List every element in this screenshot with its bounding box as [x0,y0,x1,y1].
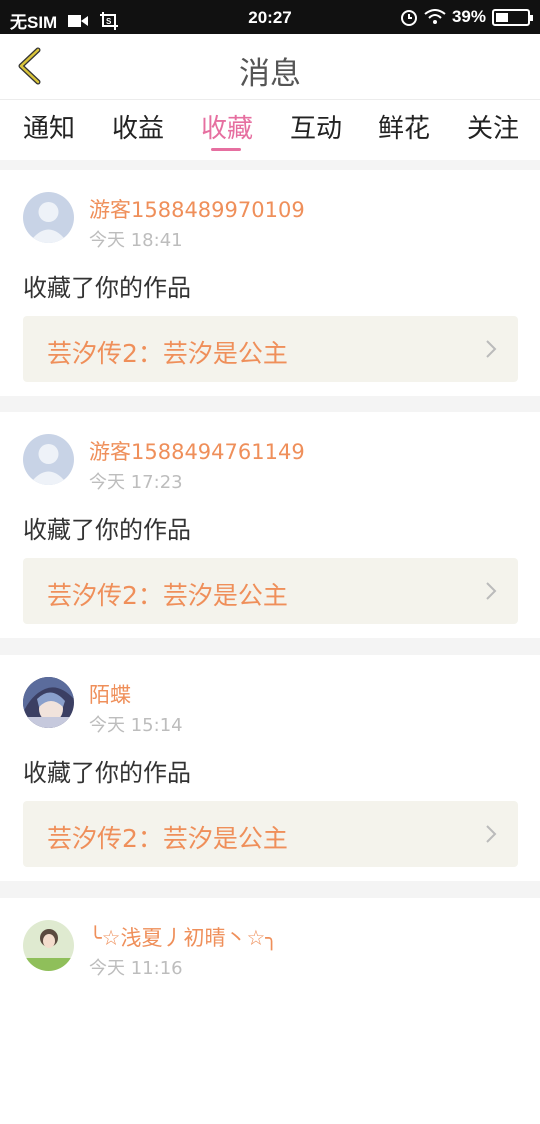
default-avatar-icon [23,434,74,485]
work-link[interactable]: 芸汐传2：芸汐是公主 [23,316,518,382]
work-title: 芸汐传2：芸汐是公主 [47,339,288,368]
avatar[interactable] [23,677,74,728]
username[interactable]: 游客1588494761149 [89,436,305,466]
work-title: 芸汐传2：芸汐是公主 [47,581,288,610]
tab-interactions[interactable]: 互动 [290,108,342,145]
work-title: 芸汐传2：芸汐是公主 [47,824,288,853]
tab-earnings[interactable]: 收益 [112,108,164,145]
message-item: 陌蝶 今天 15:14 收藏了你的作品 芸汐传2：芸汐是公主 [0,655,540,881]
action-text: 收藏了你的作品 [23,516,191,544]
message-item: ╰☆浅夏丿初晴丶☆╮ 今天 11:16 [0,898,540,1124]
action-text: 收藏了你的作品 [23,759,191,787]
tab-bar: 通知 收益 收藏 互动 鲜花 关注 [0,100,540,160]
chevron-right-icon [486,582,497,600]
avatar[interactable] [23,920,74,971]
action-text: 收藏了你的作品 [23,274,191,302]
timestamp: 今天 18:41 [89,230,183,251]
active-tab-indicator [211,148,241,151]
battery-level [496,12,508,22]
username[interactable]: 陌蝶 [89,679,131,709]
tab-notifications[interactable]: 通知 [23,108,75,145]
username[interactable]: 游客1588489970109 [89,194,305,224]
timestamp: 今天 17:23 [89,472,183,493]
username[interactable]: ╰☆浅夏丿初晴丶☆╮ [89,922,278,952]
default-avatar-icon [23,192,74,243]
tab-flowers[interactable]: 鲜花 [378,108,430,145]
wifi-icon [424,9,446,24]
work-link[interactable]: 芸汐传2：芸汐是公主 [23,801,518,867]
nav-bar: 消息 [0,34,540,100]
battery-percent: 39% [451,7,486,26]
status-bar: 无SIM S 20:27 39% [0,0,540,34]
message-item: 游客1588494761149 今天 17:23 收藏了你的作品 芸汐传2：芸汐… [0,412,540,638]
page-title: 消息 [239,56,301,92]
chevron-right-icon [486,340,497,358]
battery-icon [492,8,533,26]
alarm-icon [400,10,417,26]
timestamp: 今天 15:14 [89,715,183,736]
photo-avatar-icon [23,920,74,971]
message-item: 游客1588489970109 今天 18:41 收藏了你的作品 芸汐传2：芸汐… [0,170,540,396]
anime-avatar-icon [23,677,74,728]
tab-favorites[interactable]: 收藏 [201,108,253,145]
avatar[interactable] [23,434,74,485]
timestamp: 今天 11:16 [89,958,183,979]
tab-follows[interactable]: 关注 [467,108,519,145]
work-link[interactable]: 芸汐传2：芸汐是公主 [23,558,518,624]
chevron-right-icon [486,825,497,843]
avatar[interactable] [23,192,74,243]
